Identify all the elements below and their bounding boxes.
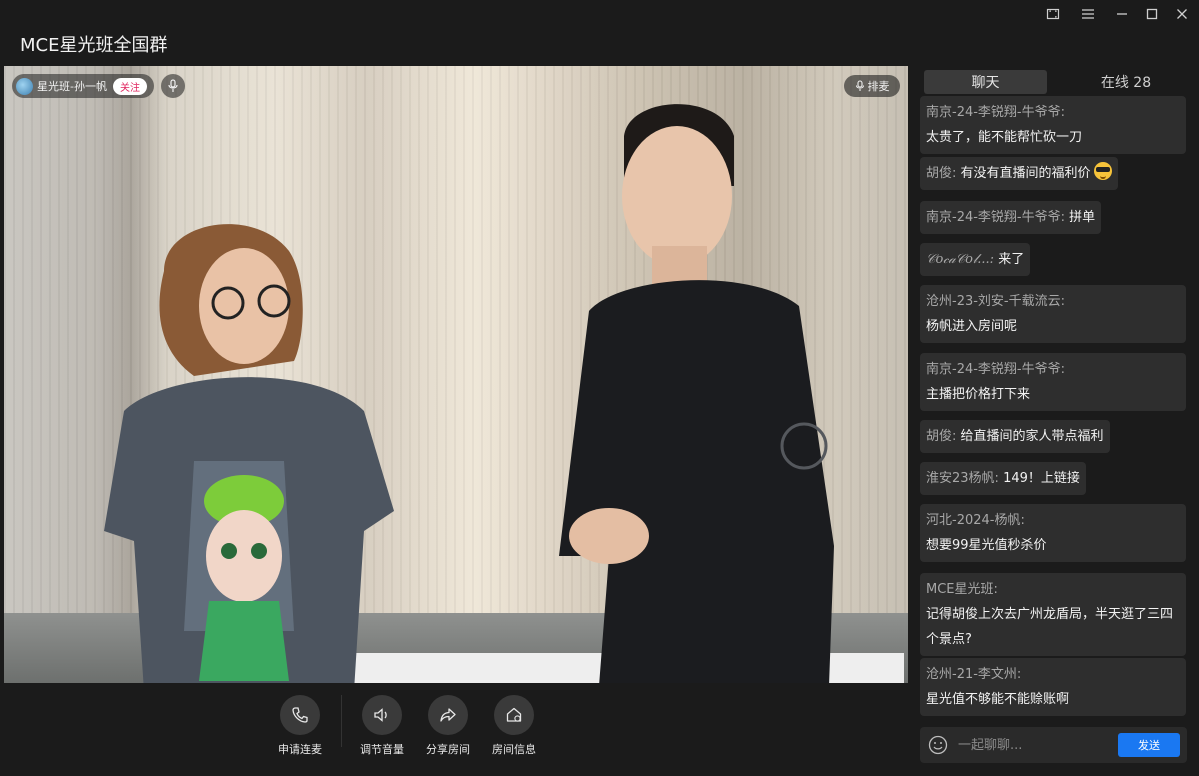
minimize-icon[interactable] xyxy=(1108,4,1136,24)
chat-message: 𝒞𝑜𝒸𝒶𝒞𝑜𝓁...: 来了 xyxy=(920,243,1031,276)
emoji-icon[interactable] xyxy=(928,735,948,755)
host-badge[interactable]: 星光班-孙一帆 关注 xyxy=(12,74,154,98)
message-user: 沧州-21-李文州: xyxy=(926,667,1022,682)
chat-input-row: 发送 xyxy=(920,727,1187,763)
chat-message: 淮安23杨帆: 149！上链接 xyxy=(920,462,1086,495)
room-info-icon xyxy=(494,695,534,735)
volume-button[interactable]: 调节音量 xyxy=(352,695,412,757)
live-video[interactable] xyxy=(4,66,908,683)
chat-message: 胡俊: 给直播间的家人带点福利 xyxy=(920,420,1110,453)
chat-message: 沧州-21-李文州: 星光值不够能不能赊账啊 xyxy=(920,658,1186,716)
message-text: 记得胡俊上次去广州龙盾局，半天逛了三四个景点? xyxy=(926,607,1174,647)
chat-input[interactable] xyxy=(958,733,1108,757)
message-user: 南京-24-李锐翔-牛爷爷: xyxy=(926,210,1065,225)
tab-chat[interactable]: 聊天 xyxy=(924,70,1047,94)
message-text: 想要99星光值秒杀价 xyxy=(926,538,1047,553)
send-button[interactable]: 发送 xyxy=(1118,733,1180,757)
apply-mic-button[interactable]: 申请连麦 xyxy=(270,695,330,757)
phone-icon xyxy=(280,695,320,735)
share-room-label: 分享房间 xyxy=(426,743,470,756)
message-text: 给直播间的家人带点福利 xyxy=(960,429,1104,444)
sunglasses-emoji-icon xyxy=(1093,162,1112,180)
message-text: 来了 xyxy=(998,252,1025,267)
message-user: 淮安23杨帆: xyxy=(926,471,999,486)
message-text: 星光值不够能不能赊账啊 xyxy=(926,692,1070,707)
room-info-button[interactable]: 房间信息 xyxy=(484,695,544,757)
tab-online[interactable]: 在线 28 xyxy=(1086,70,1166,94)
share-room-button[interactable]: 分享房间 xyxy=(418,695,478,757)
apply-mic-label: 申请连麦 xyxy=(278,743,322,756)
message-user: 胡俊: xyxy=(926,429,957,444)
room-info-label: 房间信息 xyxy=(492,743,536,756)
mic-icon[interactable] xyxy=(161,74,185,98)
message-user: 河北-2024-杨帆: xyxy=(926,513,1025,528)
message-text: 拼单 xyxy=(1069,210,1096,225)
chat-message: MCE星光班: 记得胡俊上次去广州龙盾局，半天逛了三四个景点? xyxy=(920,573,1186,656)
message-user: 胡俊: xyxy=(926,166,957,181)
queue-label: 排麦 xyxy=(867,80,890,93)
chat-message: 南京-24-李锐翔-牛爷爷: 主播把价格打下来 xyxy=(920,353,1186,411)
host-name: 星光班-孙一帆 xyxy=(37,80,107,93)
title-bar: MCE星光班全国群 xyxy=(0,0,1199,66)
message-text: 主播把价格打下来 xyxy=(926,387,1031,402)
chat-message: 沧州-23-刘安-千载流云: 杨帆进入房间呢 xyxy=(920,285,1186,343)
control-bar: 申请连麦 调节音量 分享房间 房间信息 xyxy=(4,683,908,776)
control-divider xyxy=(341,695,342,747)
mic-small-icon xyxy=(855,80,864,91)
volume-label: 调节音量 xyxy=(360,743,404,756)
chat-message: 胡俊: 有没有直播间的福利价 xyxy=(920,157,1118,190)
chat-message: 河北-2024-杨帆: 想要99星光值秒杀价 xyxy=(920,504,1186,562)
close-icon[interactable] xyxy=(1168,4,1196,24)
share-icon xyxy=(428,695,468,735)
screenshot-icon[interactable] xyxy=(1039,4,1067,24)
message-text: 有没有直播间的福利价 xyxy=(960,166,1091,181)
presenter-man xyxy=(559,104,834,683)
window-title: MCE星光班全国群 xyxy=(20,35,168,56)
message-user: 南京-24-李锐翔-牛爷爷: xyxy=(926,362,1065,377)
message-user: 南京-24-李锐翔-牛爷爷: xyxy=(926,105,1065,120)
message-text: 太贵了，能不能帮忙砍一刀 xyxy=(926,130,1083,145)
chat-panel: 聊天 在线 28 南京-24-李锐翔-牛爷爷: 太贵了，能不能帮忙砍一刀 胡俊:… xyxy=(916,66,1195,776)
follow-button[interactable]: 关注 xyxy=(112,77,147,95)
maximize-icon[interactable] xyxy=(1138,4,1166,24)
message-text: 149！上链接 xyxy=(1003,471,1080,486)
chat-message: 南京-24-李锐翔-牛爷爷: 太贵了，能不能帮忙砍一刀 xyxy=(920,96,1186,154)
chat-message: 南京-24-李锐翔-牛爷爷: 拼单 xyxy=(920,201,1102,234)
message-user: 沧州-23-刘安-千载流云: xyxy=(926,294,1065,309)
avatar[interactable] xyxy=(16,77,33,95)
speaker-icon xyxy=(362,695,402,735)
message-user: MCE星光班: xyxy=(926,582,998,597)
queue-mic-button[interactable]: 排麦 xyxy=(844,75,900,97)
presenter-woman xyxy=(104,224,394,683)
menu-icon[interactable] xyxy=(1074,4,1102,24)
message-user: 𝒞𝑜𝒸𝒶𝒞𝑜𝓁...: xyxy=(926,252,995,267)
message-text: 杨帆进入房间呢 xyxy=(926,319,1018,334)
